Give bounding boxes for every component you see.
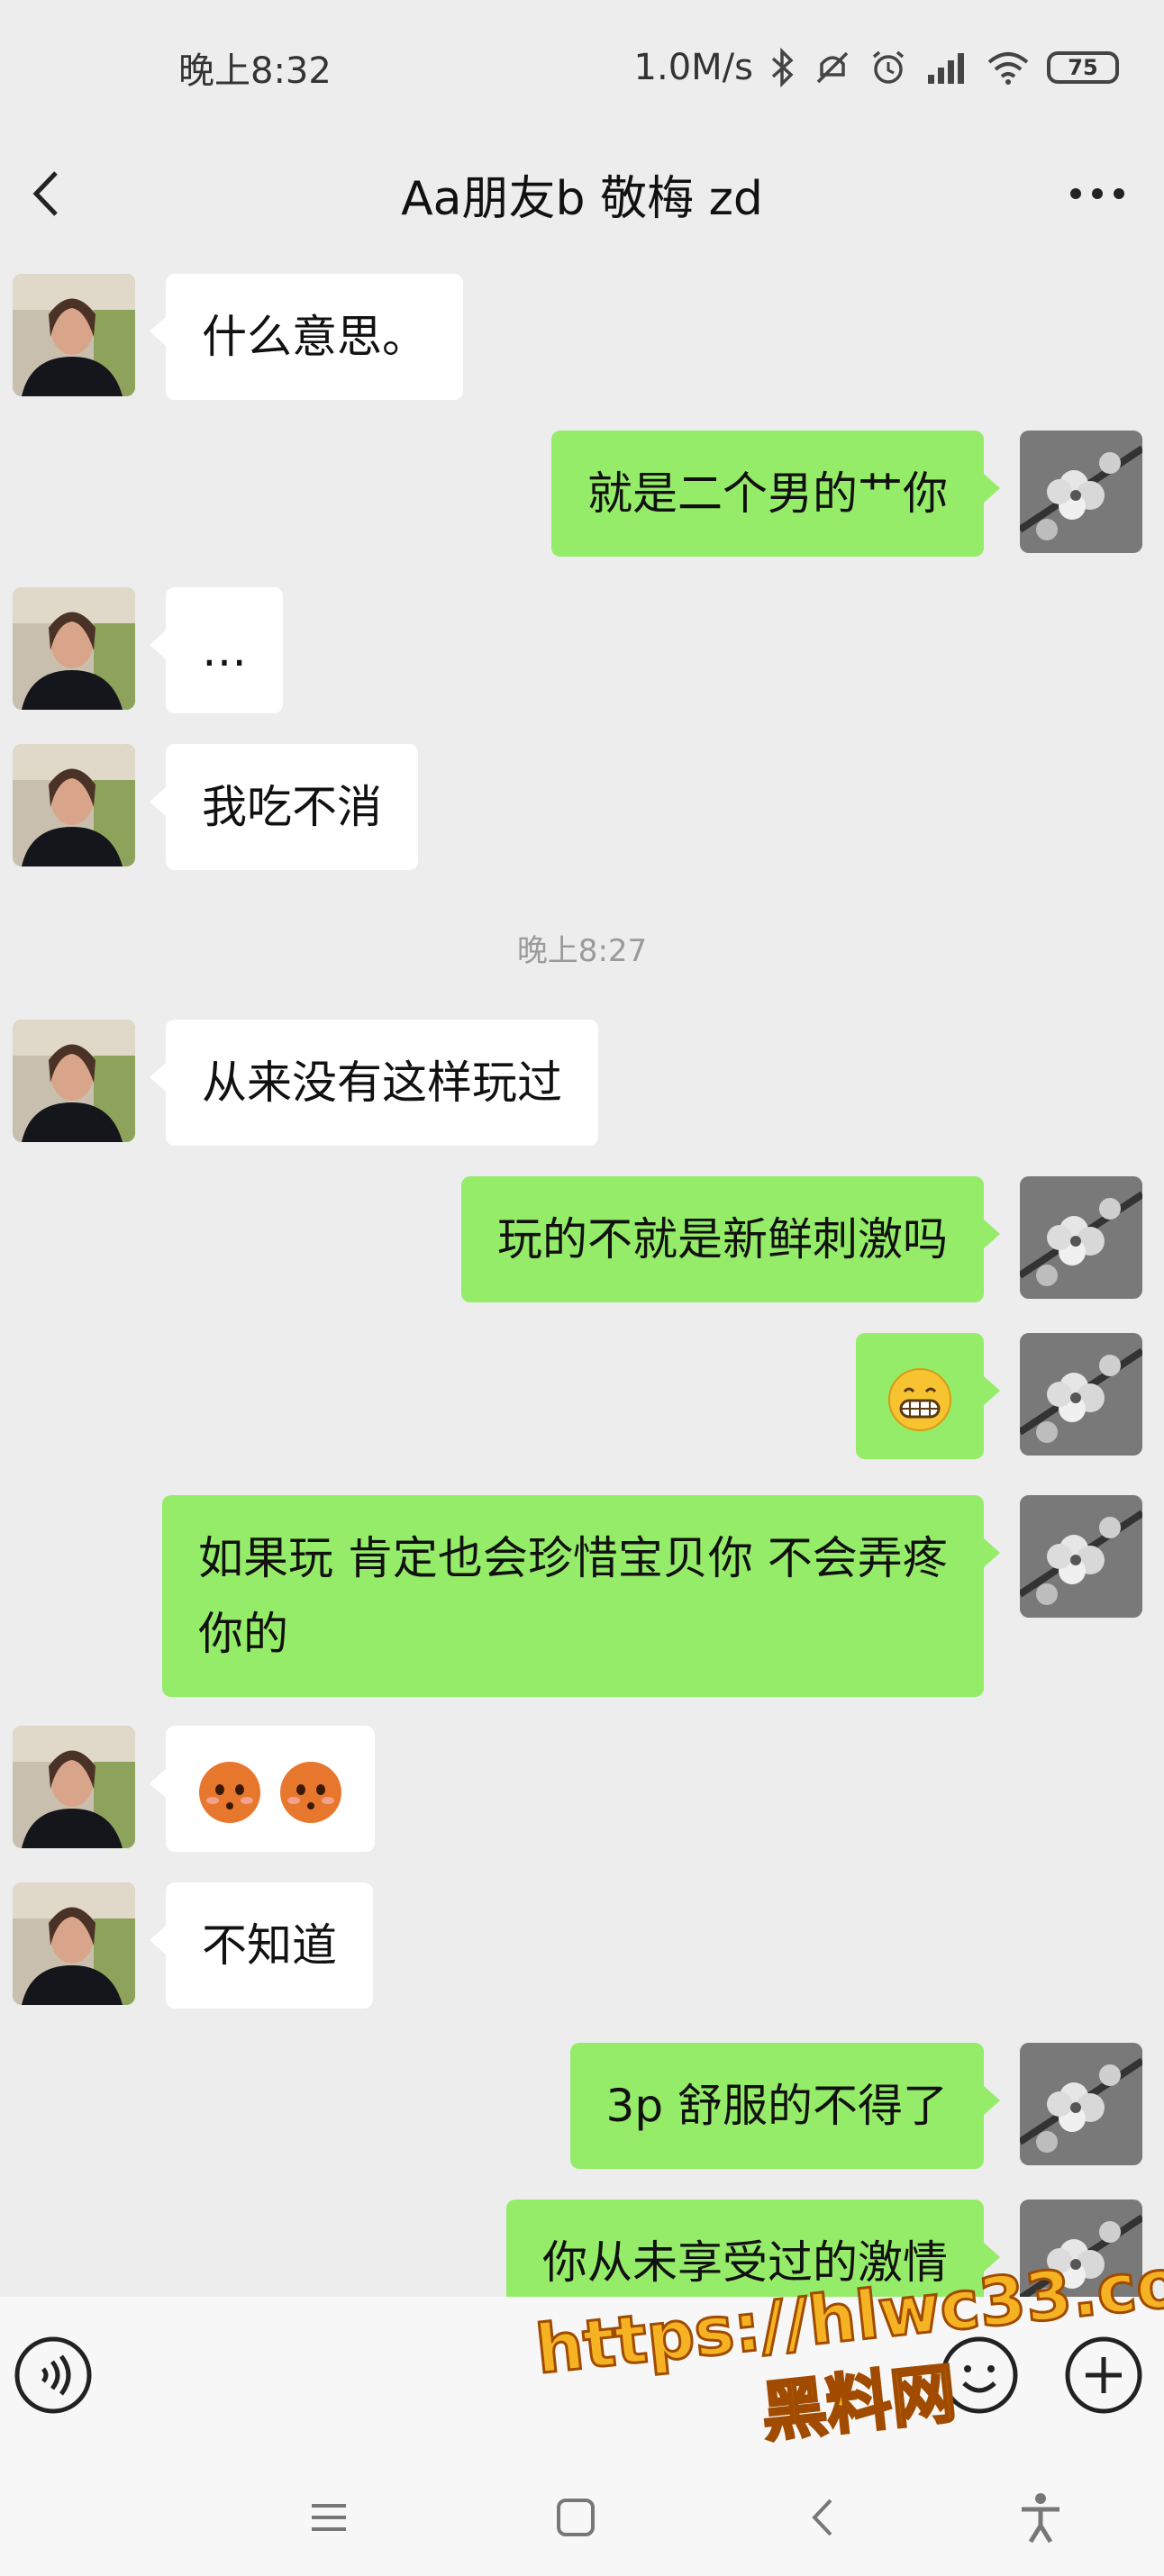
battery-level: 75 <box>1068 55 1098 80</box>
chat-title: Aa朋友b 敬梅 zd <box>401 171 763 226</box>
my-avatar[interactable] <box>1020 1176 1142 1299</box>
message-list[interactable]: 什么意思。 就是二个男的艹你 … 我吃不消 晚上8:27 从来没有这样玩过 玩的… <box>0 252 1164 2297</box>
chevron-left-icon[interactable] <box>16 162 79 225</box>
blush-emoji <box>199 1761 260 1823</box>
grin-emoji <box>888 1367 951 1431</box>
alarm-icon <box>872 50 905 84</box>
more-dots-icon[interactable] <box>1052 162 1142 225</box>
plus-icon[interactable] <box>1063 2335 1144 2416</box>
message-bubble[interactable]: 玩的不就是新鲜刺激吗 <box>461 1176 1000 1302</box>
accessibility-icon[interactable] <box>1009 2486 1072 2549</box>
message-bubble[interactable] <box>150 1726 375 1852</box>
my-avatar[interactable] <box>1020 2043 1142 2165</box>
emoji-face-icon[interactable] <box>939 2335 1020 2416</box>
bluetooth-icon <box>771 48 794 87</box>
message-bubble[interactable]: 什么意思。 <box>150 274 463 400</box>
menu-icon[interactable] <box>297 2486 360 2549</box>
contact-avatar[interactable] <box>13 744 135 866</box>
my-avatar[interactable] <box>1020 2200 1142 2297</box>
battery-icon: 75 <box>1047 51 1119 84</box>
net-speed: 1.0M/s <box>633 47 753 88</box>
message-bubble[interactable]: 你从未享受过的激情 <box>506 2200 1000 2297</box>
status-icons: 1.0M/s 75 <box>634 47 1119 88</box>
input-bar <box>0 2297 1164 2459</box>
message-bubble[interactable]: 从来没有这样玩过 <box>150 1020 598 1146</box>
blush-emoji <box>279 1761 341 1823</box>
status-time: 晚上8:32 <box>178 50 332 92</box>
wifi-icon <box>987 52 1029 85</box>
contact-avatar[interactable] <box>13 1882 135 2005</box>
time-divider: 晚上8:27 <box>516 933 648 969</box>
mute-icon <box>816 51 849 84</box>
my-avatar[interactable] <box>1020 1333 1142 1456</box>
status-bar: 晚上8:32 1.0M/s 75 <box>0 0 1164 135</box>
message-bubble[interactable]: 我吃不消 <box>150 744 418 870</box>
contact-avatar[interactable] <box>13 1020 135 1142</box>
chat-header: Aa朋友b 敬梅 zd <box>0 135 1164 252</box>
voice-icon[interactable] <box>13 2335 94 2416</box>
signal-icon <box>928 53 964 84</box>
my-avatar[interactable] <box>1020 1495 1142 1618</box>
message-bubble[interactable]: … <box>150 587 283 713</box>
message-bubble[interactable]: 就是二个男的艹你 <box>551 431 1000 557</box>
message-bubble[interactable]: 不知道 <box>150 1882 373 2009</box>
contact-avatar[interactable] <box>13 587 135 710</box>
contact-avatar[interactable] <box>13 274 135 396</box>
message-bubble[interactable]: 如果玩 肯定也会珍惜宝贝你 不会弄疼你的 <box>162 1495 1000 1697</box>
home-square-icon[interactable] <box>544 2486 607 2549</box>
message-bubble[interactable] <box>856 1333 1000 1459</box>
message-bubble[interactable]: 3p 舒服的不得了 <box>569 2043 1001 2169</box>
contact-avatar[interactable] <box>13 1726 135 1848</box>
my-avatar[interactable] <box>1020 431 1142 553</box>
back-arrow-icon[interactable] <box>793 2486 856 2549</box>
system-nav-bar <box>0 2459 1164 2576</box>
